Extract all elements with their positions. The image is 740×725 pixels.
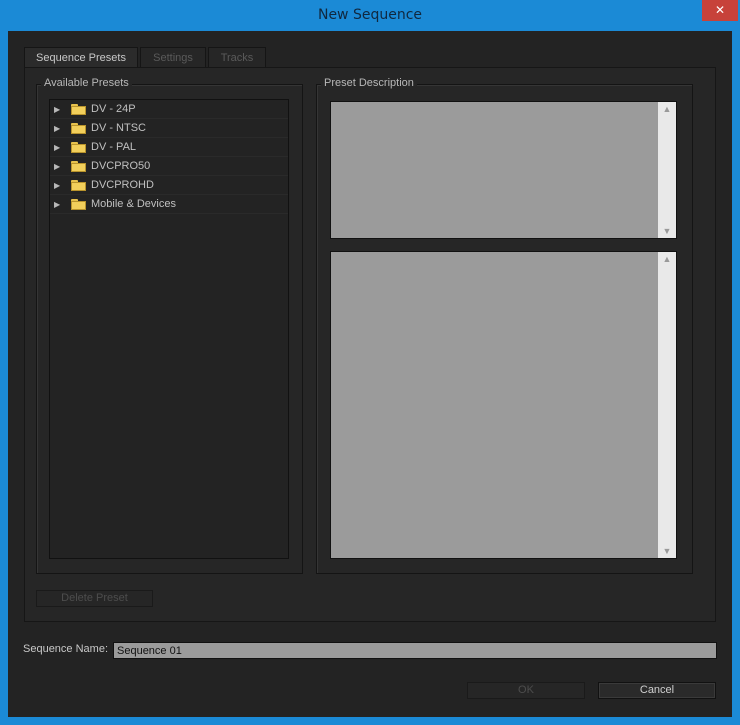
expand-arrow-icon[interactable]: ▶	[54, 195, 60, 214]
folder-icon	[71, 199, 86, 210]
preset-item[interactable]: ▶ DVCPRO50	[50, 157, 288, 176]
scroll-up-icon[interactable]: ▲	[658, 102, 676, 116]
expand-arrow-icon[interactable]: ▶	[54, 119, 60, 138]
preset-item-label: Mobile & Devices	[91, 198, 176, 210]
preset-item[interactable]: ▶ DV - 24P	[50, 100, 288, 119]
folder-icon	[71, 161, 86, 172]
title-bar[interactable]: New Sequence ✕	[0, 0, 740, 32]
cancel-button[interactable]: Cancel	[598, 682, 716, 699]
preset-item[interactable]: ▶ DV - NTSC	[50, 119, 288, 138]
scroll-down-icon[interactable]: ▼	[658, 544, 676, 558]
tab-settings[interactable]: Settings	[140, 47, 206, 67]
preset-description-label: Preset Description	[321, 77, 417, 89]
folder-icon	[71, 123, 86, 134]
scroll-up-icon[interactable]: ▲	[658, 252, 676, 266]
preset-item-label: DV - PAL	[91, 141, 137, 153]
folder-icon	[71, 104, 86, 115]
preset-tree-list[interactable]: ▶ DV - 24P ▶ DV - NTSC ▶ DV - PAL ▶ DVCP…	[49, 99, 289, 559]
preset-item-label: DVCPRO50	[91, 160, 151, 172]
preset-item-label: DV - 24P	[91, 103, 136, 115]
summary-scrollbar[interactable]: ▲ ▼	[658, 102, 676, 238]
tab-tracks[interactable]: Tracks	[208, 47, 266, 67]
preset-item-label: DV - NTSC	[91, 122, 146, 134]
expand-arrow-icon[interactable]: ▶	[54, 138, 60, 157]
expand-arrow-icon[interactable]: ▶	[54, 100, 60, 119]
delete-preset-button[interactable]: Delete Preset	[36, 590, 153, 607]
details-scrollbar[interactable]: ▲ ▼	[658, 252, 676, 558]
preset-item[interactable]: ▶ DVCPROHD	[50, 176, 288, 195]
preset-item-label: DVCPROHD	[91, 179, 154, 191]
sequence-name-label: Sequence Name:	[23, 643, 108, 655]
folder-icon	[71, 142, 86, 153]
folder-icon	[71, 180, 86, 191]
preset-summary-box[interactable]: ▲ ▼	[330, 101, 677, 239]
expand-arrow-icon[interactable]: ▶	[54, 157, 60, 176]
new-sequence-window: New Sequence ✕ Sequence Presets Settings…	[0, 0, 740, 725]
ok-button[interactable]: OK	[467, 682, 585, 699]
dialog-body: Sequence Presets Settings Tracks Availab…	[8, 31, 732, 717]
window-title: New Sequence	[317, 7, 423, 23]
tab-sequence-presets[interactable]: Sequence Presets	[24, 47, 138, 68]
preset-item[interactable]: ▶ Mobile & Devices	[50, 195, 288, 214]
scroll-down-icon[interactable]: ▼	[658, 224, 676, 238]
available-presets-label: Available Presets	[41, 77, 132, 89]
preset-details-box[interactable]: ▲ ▼	[330, 251, 677, 559]
preset-item[interactable]: ▶ DV - PAL	[50, 138, 288, 157]
sequence-name-input[interactable]	[113, 642, 717, 659]
close-button[interactable]: ✕	[702, 0, 738, 21]
expand-arrow-icon[interactable]: ▶	[54, 176, 60, 195]
